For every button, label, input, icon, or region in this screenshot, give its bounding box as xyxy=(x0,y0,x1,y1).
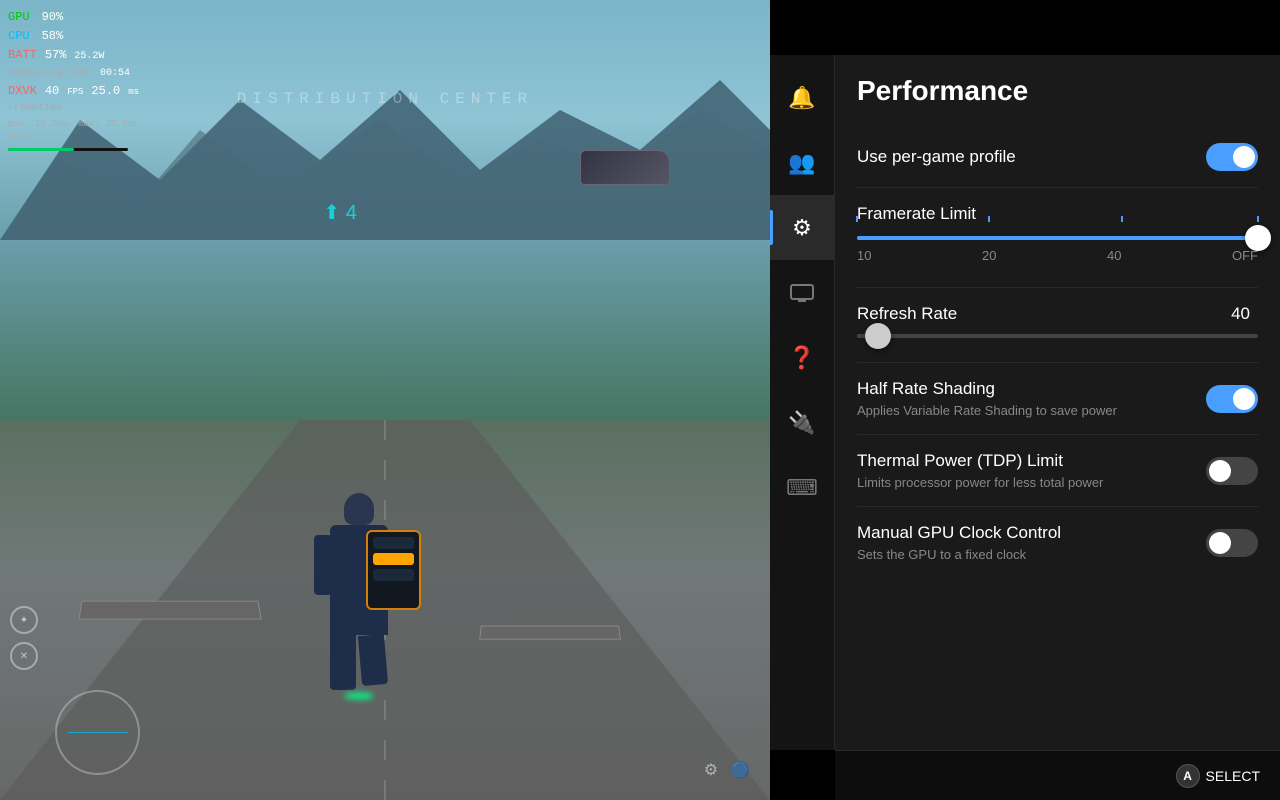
a-button-icon: A xyxy=(1176,764,1200,788)
thermal-power-text: Thermal Power (TDP) Limit Limits process… xyxy=(857,451,1103,490)
compass-hud xyxy=(55,690,140,775)
page-title: Performance xyxy=(857,75,1258,107)
tick-label-20: 20 xyxy=(982,248,996,263)
frametime-minmax: min: 19.5ms, max: 25.7ms xyxy=(8,117,139,131)
thermal-power-toggle[interactable] xyxy=(1206,457,1258,485)
setting-thermal-power: Thermal Power (TDP) Limit Limits process… xyxy=(857,435,1258,507)
half-rate-toggle[interactable] xyxy=(1206,385,1258,413)
tick-label-10: 10 xyxy=(857,248,871,263)
manual-gpu-toggle[interactable] xyxy=(1206,529,1258,557)
game-area: DISTRIBUTION CENTER ⬆ 4 ✦ xyxy=(0,0,770,800)
setting-manual-gpu-clock: Manual GPU Clock Control Sets the GPU to… xyxy=(857,507,1258,578)
character xyxy=(330,493,388,700)
tick-20 xyxy=(988,216,990,222)
setting-per-game-profile: Use per-game profile xyxy=(857,127,1258,188)
half-rate-sublabel: Applies Variable Rate Shading to save po… xyxy=(857,403,1117,418)
vehicle xyxy=(580,150,670,185)
hud-side-icons: ✦ ✕ xyxy=(10,606,38,670)
per-game-label: Use per-game profile xyxy=(857,147,1016,167)
tick-40 xyxy=(1121,216,1123,222)
cpu-value: 58% xyxy=(42,27,64,46)
thermal-power-sublabel: Limits processor power for less total po… xyxy=(857,475,1103,490)
waypoint-marker: ⬆ 4 xyxy=(323,200,356,225)
manual-gpu-label: Manual GPU Clock Control xyxy=(857,523,1061,543)
half-rate-text: Half Rate Shading Applies Variable Rate … xyxy=(857,379,1117,418)
dxvk-fps-sup: FPS xyxy=(67,85,83,99)
right-panel: ⚙ 📶 57% 18:43 👤 🔔 👥 ⚙ ❓ 🔌 ⌨ Performance xyxy=(770,0,1280,800)
batt-time: 00:54 xyxy=(100,66,130,82)
framerate-slider-container: 10 20 40 OFF xyxy=(857,224,1258,271)
dxvk-ms: 25.0 xyxy=(91,82,120,101)
gpu-value: 90% xyxy=(42,8,64,27)
platform-right xyxy=(479,626,621,640)
refresh-rate-thumb[interactable] xyxy=(865,323,891,349)
batt-remaining-label: Remaining Time xyxy=(8,66,92,82)
location-marker: DISTRIBUTION CENTER xyxy=(237,90,533,108)
framerate-label: Framerate Limit xyxy=(857,204,976,223)
tick-label-off: OFF xyxy=(1232,248,1258,263)
frametime-value: 25.2 xyxy=(8,131,139,145)
half-rate-toggle-knob xyxy=(1233,388,1255,410)
bottom-bar: A SELECT xyxy=(835,750,1280,800)
refresh-rate-track xyxy=(857,334,1258,338)
refresh-rate-value: 40 xyxy=(1231,304,1250,324)
frametime-label: Frametime xyxy=(8,101,139,117)
thermal-power-toggle-knob xyxy=(1209,460,1231,482)
setting-refresh-rate: Refresh Rate 40 xyxy=(857,288,1258,363)
tick-10 xyxy=(856,216,858,222)
refresh-rate-slider[interactable] xyxy=(857,334,1258,338)
platform-left xyxy=(78,601,261,620)
cpu-label: CPU xyxy=(8,27,30,46)
setting-half-rate-shading: Half Rate Shading Applies Variable Rate … xyxy=(857,363,1258,435)
manual-gpu-toggle-knob xyxy=(1209,532,1231,554)
dxvk-ms-sup: ms xyxy=(128,85,139,99)
tick-label-40: 40 xyxy=(1107,248,1121,263)
sidebar-item-notifications[interactable]: 🔔 xyxy=(770,65,835,130)
dxvk-fps: 40 xyxy=(45,82,59,101)
sidebar-item-keyboard[interactable]: ⌨ xyxy=(770,455,835,520)
sidebar-item-display[interactable] xyxy=(770,260,835,325)
half-rate-label: Half Rate Shading xyxy=(857,379,1117,399)
batt-power: 25.2W xyxy=(74,49,104,65)
sidebar: 🔔 👥 ⚙ ❓ 🔌 ⌨ xyxy=(770,55,835,750)
thermal-power-label: Thermal Power (TDP) Limit xyxy=(857,451,1103,471)
hud-stats: GPU 90% CPU 58% BATT 57% 25.2W Remaining… xyxy=(8,8,139,151)
sidebar-item-power[interactable]: 🔌 xyxy=(770,390,835,455)
per-game-toggle-knob xyxy=(1233,146,1255,168)
framerate-slider-fill xyxy=(857,236,1258,240)
dxvk-label: DXVK xyxy=(8,82,37,101)
batt-label: BATT xyxy=(8,46,37,65)
framerate-slider-labels: 10 20 40 OFF xyxy=(857,248,1258,263)
per-game-toggle[interactable] xyxy=(1206,143,1258,171)
manual-gpu-text: Manual GPU Clock Control Sets the GPU to… xyxy=(857,523,1061,562)
sidebar-item-settings[interactable]: ⚙ xyxy=(770,195,835,260)
tick-off xyxy=(1257,216,1259,222)
framerate-slider-track[interactable] xyxy=(857,236,1258,240)
main-content: Performance Use per-game profile Framera… xyxy=(835,55,1280,750)
sidebar-item-help[interactable]: ❓ xyxy=(770,325,835,390)
gpu-label: GPU xyxy=(8,8,30,27)
batt-value: 57% xyxy=(45,46,67,65)
select-button[interactable]: A SELECT xyxy=(1176,764,1260,788)
hud-bottom-right: ⚙ 🔵 xyxy=(704,760,750,780)
select-label: SELECT xyxy=(1206,768,1260,784)
sidebar-item-friends[interactable]: 👥 xyxy=(770,130,835,195)
manual-gpu-sublabel: Sets the GPU to a fixed clock xyxy=(857,547,1061,562)
setting-framerate-limit: Framerate Limit 10 20 40 OFF xyxy=(857,188,1258,288)
refresh-rate-label: Refresh Rate xyxy=(857,304,957,324)
